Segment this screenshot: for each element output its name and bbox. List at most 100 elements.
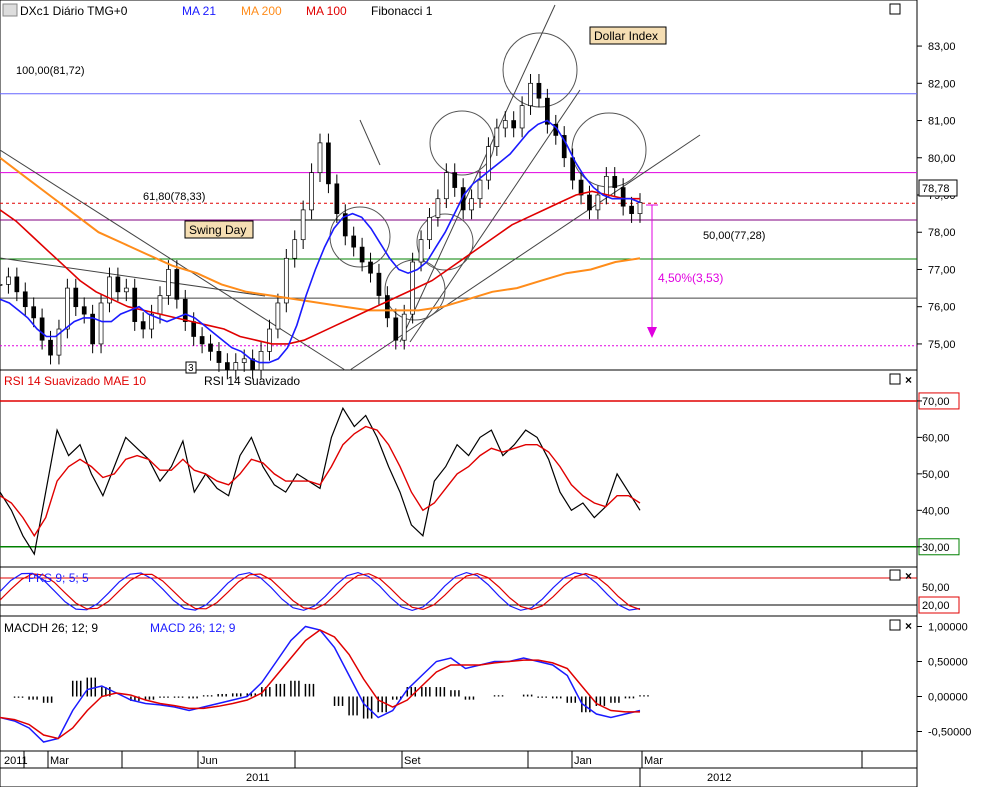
price-candle — [267, 328, 272, 352]
macd-tick-label: 0,50000 — [928, 657, 968, 669]
price-candle — [401, 313, 407, 341]
x-month-label: Set — [404, 755, 421, 767]
price-candle — [452, 172, 458, 188]
price-candle — [502, 120, 508, 129]
price-candle — [123, 287, 129, 293]
rsi-panel[interactable] — [0, 369, 918, 568]
price-candle — [486, 146, 491, 181]
price-candle — [393, 317, 399, 341]
legend-item-ma21[interactable]: MA 21 — [182, 4, 216, 18]
price-candle — [595, 194, 601, 211]
legend-item-ma100[interactable]: MA 100 — [306, 4, 347, 18]
price-candle — [22, 291, 28, 308]
price-candle — [174, 269, 180, 300]
last-price-tag: 78,78 — [918, 179, 958, 197]
price-candle — [132, 287, 138, 322]
price-candle — [359, 246, 365, 263]
y-tick-label: 80,00 — [928, 153, 956, 165]
legend-item-pks[interactable]: PKS 9; 5; 5 — [28, 571, 89, 585]
legend-item-fibonacci[interactable]: Fibonacci 1 — [371, 4, 433, 18]
rsi-maximize-button[interactable] — [889, 373, 901, 385]
price-candle — [603, 176, 609, 196]
y-tick-label: 77,00 — [928, 264, 956, 276]
price-candle — [427, 216, 432, 241]
price-candle — [65, 287, 70, 330]
legend-item-macdh[interactable]: MACDH 26; 12; 9 — [4, 621, 98, 635]
price-candle — [528, 82, 533, 106]
price-candle — [0, 284, 3, 286]
main-panel[interactable] — [0, 0, 918, 371]
chart-window-icon[interactable] — [2, 3, 18, 17]
price-candle — [620, 187, 626, 207]
legend-item-rsi-mae[interactable]: RSI 14 Suavizado MAE 10 — [4, 374, 146, 388]
pks-panel[interactable] — [0, 566, 918, 617]
svg-text:3: 3 — [188, 363, 194, 374]
price-candle — [317, 142, 323, 174]
price-candle — [368, 261, 373, 274]
fib-50-label: 50,00(77,28) — [703, 230, 765, 242]
price-candle — [494, 127, 500, 147]
bar-marker: 3 — [185, 361, 197, 374]
price-candle — [443, 172, 449, 200]
price-candle — [199, 336, 205, 345]
x-month-label: Jan — [574, 755, 592, 767]
svg-text:Swing Day: Swing Day — [189, 223, 246, 237]
chart-window: 83,0082,0081,0080,0079,0078,0077,0076,00… — [0, 0, 988, 787]
legend-item-macd[interactable]: MACD 26; 12; 9 — [150, 621, 236, 635]
x-month-label: Mar — [50, 755, 69, 767]
price-candle — [73, 287, 79, 308]
x-month-label: Mar — [644, 755, 663, 767]
macd-close-icon[interactable]: × — [905, 619, 912, 633]
price-candle — [385, 295, 390, 319]
price-candle — [241, 358, 247, 363]
dollar-index-label: Dollar Index — [589, 26, 667, 45]
macd-panel[interactable] — [0, 615, 918, 752]
price-candle — [115, 276, 121, 293]
price-candle — [216, 351, 222, 363]
price-candle — [612, 176, 618, 188]
price-candle — [309, 172, 314, 211]
fib-100-label: 100,00(81,72) — [16, 65, 85, 77]
y-tick-label: 83,00 — [928, 41, 956, 53]
legend-item-ma200[interactable]: MA 200 — [241, 4, 282, 18]
price-candle — [477, 179, 483, 200]
price-candle — [48, 339, 53, 356]
price-candle — [334, 183, 340, 214]
main-maximize-button[interactable] — [889, 3, 901, 15]
price-candle — [587, 194, 592, 211]
price-candle — [166, 269, 171, 296]
price-candle — [418, 239, 424, 263]
price-candle — [81, 306, 87, 315]
price-candle — [283, 257, 289, 304]
rsi-close-icon[interactable]: × — [905, 373, 912, 387]
price-candle — [637, 202, 643, 214]
price-candle — [157, 295, 163, 315]
legend-item-price[interactable]: DXc1 Diário TMG+0 — [20, 4, 128, 18]
fib-618-label: 61,80(78,33) — [143, 191, 205, 203]
y-tick-label: 81,00 — [928, 116, 956, 128]
price-candle — [435, 198, 441, 218]
legend-item-rsi[interactable]: RSI 14 Suavizado — [204, 374, 300, 388]
rsi-tick-label: 40,00 — [922, 505, 950, 517]
price-candle — [225, 362, 230, 371]
svg-text:78,78: 78,78 — [922, 183, 950, 195]
price-candle — [6, 276, 11, 285]
pks-maximize-button[interactable] — [889, 569, 901, 581]
price-candle — [14, 276, 20, 293]
price-candle — [519, 105, 525, 129]
macd-maximize-button[interactable] — [889, 619, 901, 631]
macd-tick-label: 0,00000 — [928, 692, 968, 704]
rsi-tick-label: 50,00 — [922, 469, 950, 481]
price-candle — [182, 298, 188, 322]
price-candle — [233, 362, 239, 371]
pks-close-icon[interactable]: × — [905, 569, 912, 583]
price-candle — [208, 343, 213, 352]
chart-canvas: 83,0082,0081,0080,0079,0078,0077,0076,00… — [0, 0, 971, 787]
price-candle — [191, 321, 197, 337]
price-candle — [511, 120, 517, 129]
x-axis-panel — [0, 750, 918, 787]
price-candle — [39, 317, 45, 341]
y-tick-label: 82,00 — [928, 78, 956, 90]
price-candle — [351, 235, 357, 248]
x-year-label: 2012 — [707, 772, 731, 784]
